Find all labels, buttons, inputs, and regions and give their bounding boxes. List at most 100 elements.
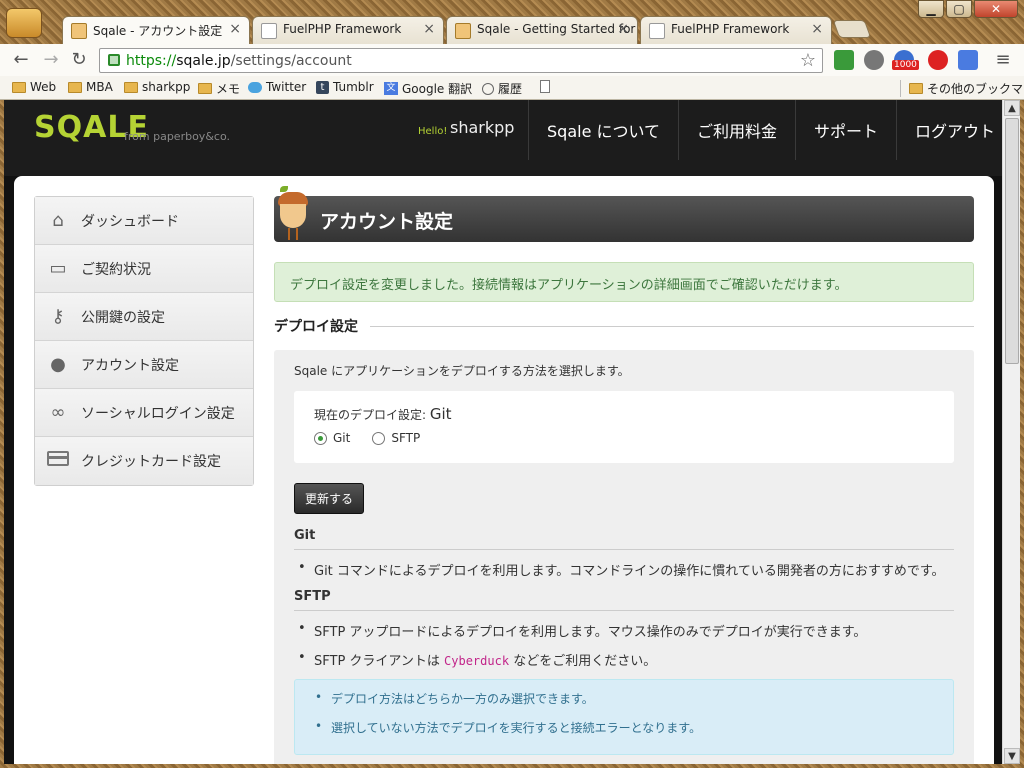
sidebar-item-label: 公開鍵の設定 xyxy=(81,309,165,326)
burger-app-icon xyxy=(6,8,42,38)
site-header: SQALE from paperboy&co. Hello! sharkpp S… xyxy=(4,100,1002,176)
folder-icon xyxy=(198,83,212,94)
deploy-setting-box: 現在のデプロイ設定: Git Git SFTP xyxy=(294,391,954,463)
close-tab-icon[interactable]: × xyxy=(423,21,435,37)
info-box: デプロイ方法はどちらか一方のみ選択できます。 選択していない方法でデプロイを実行… xyxy=(294,679,954,755)
nav-about[interactable]: Sqale について xyxy=(528,100,678,160)
sidebar-item-label: ご契約状況 xyxy=(81,261,151,278)
close-tab-icon[interactable]: × xyxy=(229,21,241,37)
url-scheme: https:// xyxy=(126,53,177,69)
nav-pricing[interactable]: ご利用料金 xyxy=(678,100,795,160)
deploy-method-options: Git SFTP xyxy=(314,431,934,445)
extension-rss-icon[interactable]: 1000 xyxy=(892,50,919,70)
extension-translate-icon[interactable] xyxy=(958,50,978,70)
cyberduck-link[interactable]: Cyberduck xyxy=(444,654,509,668)
tab-fuelphp-2[interactable]: FuelPHP Framework × xyxy=(640,16,832,44)
twitter-icon xyxy=(248,81,262,93)
extension-glasses-icon[interactable] xyxy=(864,50,884,70)
user-icon: ● xyxy=(50,353,66,375)
page-title-bar: アカウント設定 xyxy=(274,186,974,242)
info-item: 選択していない方法でデプロイを実行すると接続エラーとなります。 xyxy=(315,719,933,736)
minimize-button[interactable]: ▁ xyxy=(918,0,944,18)
close-window-button[interactable]: ✕ xyxy=(974,0,1018,18)
sidebar-item-public-key[interactable]: ⚷ 公開鍵の設定 xyxy=(35,293,253,341)
sidebar-item-account[interactable]: ● アカウント設定 xyxy=(35,341,253,389)
deploy-panel: Sqale にアプリケーションをデプロイする方法を選択します。 現在のデプロイ設… xyxy=(274,350,974,764)
sftp-client-text: SFTP クライアントは xyxy=(314,654,445,669)
tab-fuelphp-1[interactable]: FuelPHP Framework × xyxy=(252,16,444,44)
sidebar-item-label: ダッシュボード xyxy=(81,213,179,230)
sidebar-item-contract[interactable]: ▭ ご契約状況 xyxy=(35,245,253,293)
bookmark-label: Tumblr xyxy=(333,80,374,94)
bookmark-web[interactable]: Web xyxy=(12,80,56,94)
forward-arrow-icon[interactable]: → xyxy=(40,49,62,71)
new-tab-button[interactable] xyxy=(832,20,872,38)
bookmark-mba[interactable]: MBA xyxy=(68,80,113,94)
bookmark-label: Web xyxy=(30,80,57,94)
hello-label: Hello! xyxy=(418,126,448,137)
bookmark-google-translate[interactable]: 文 Google 翻訳 xyxy=(384,80,472,97)
scroll-down-arrow-icon[interactable]: ▼ xyxy=(1004,748,1020,764)
nav-logout[interactable]: ログアウト xyxy=(896,100,1002,160)
maximize-button[interactable]: ▢ xyxy=(946,0,972,18)
page-icon xyxy=(540,80,550,93)
tab-sqale-getting-started[interactable]: Sqale - Getting Started for × xyxy=(446,16,638,44)
bookmark-tumblr[interactable]: t Tumblr xyxy=(316,80,374,94)
radio-sftp-dot[interactable] xyxy=(372,431,386,445)
current-value: Git xyxy=(429,405,452,423)
radio-sftp[interactable]: SFTP xyxy=(372,431,420,445)
bookmark-label: Google 翻訳 xyxy=(402,82,473,96)
update-button[interactable]: 更新する xyxy=(294,483,365,514)
scrollbar-thumb[interactable] xyxy=(1005,118,1019,364)
bookmark-label: メモ xyxy=(216,82,241,96)
radio-git-dot[interactable] xyxy=(314,431,327,445)
logo-subtitle: from paperboy&co. xyxy=(124,130,230,143)
bookmark-star-icon[interactable]: ☆ xyxy=(800,50,816,71)
address-bar[interactable]: https://sqale.jp/settings/account ☆ xyxy=(99,48,823,73)
tumblr-icon: t xyxy=(316,80,329,94)
sidebar-item-label: アカウント設定 xyxy=(81,357,179,374)
bookmark-twitter[interactable]: Twitter xyxy=(248,80,306,94)
folder-icon xyxy=(909,83,923,94)
url-host: sqale.jp xyxy=(176,53,231,69)
bookmark-history[interactable]: 履歴 xyxy=(482,80,522,97)
section-deploy-settings: デプロイ設定 xyxy=(274,316,974,336)
bookmark-sharkpp[interactable]: sharkpp xyxy=(124,80,190,94)
tab-strip: Sqale - アカウント設定 × FuelPHP Framework × Sq… xyxy=(0,0,1024,44)
page-title: アカウント設定 xyxy=(320,211,454,233)
sidebar-item-credit-card[interactable]: クレジットカード設定 xyxy=(35,437,253,485)
sidebar-item-social-login[interactable]: ∞ ソーシャルログイン設定 xyxy=(35,389,253,437)
list-item: Git コマンドによるデプロイを利用します。コマンドラインの操作に慣れている開発… xyxy=(294,560,954,579)
success-message: デプロイ設定を変更しました。接続情報はアプリケーションの詳細画面でご確認いただけ… xyxy=(274,262,974,302)
sidebar: ⌂ ダッシュボード ▭ ご契約状況 ⚷ 公開鍵の設定 ● アカウント設定 ∞ ソ… xyxy=(34,196,254,486)
radio-git-label: Git xyxy=(333,431,351,445)
credit-card-icon xyxy=(47,451,69,471)
sidebar-item-dashboard[interactable]: ⌂ ダッシュボード xyxy=(35,197,253,245)
scroll-up-arrow-icon[interactable]: ▲ xyxy=(1004,100,1020,116)
bookmark-memo[interactable]: メモ xyxy=(198,80,240,97)
vertical-scrollbar[interactable]: ▲ ▼ xyxy=(1002,100,1020,764)
bookmark-label: Twitter xyxy=(266,80,307,94)
key-icon: ⚷ xyxy=(51,305,65,327)
tab-sqale-account[interactable]: Sqale - アカウント設定 × xyxy=(62,16,250,44)
google-translate-icon: 文 xyxy=(384,82,398,95)
extension-stop-icon[interactable] xyxy=(928,50,948,70)
bookmark-page[interactable] xyxy=(540,80,550,93)
git-heading: Git xyxy=(294,528,954,550)
extension-refresh-icon[interactable] xyxy=(834,50,854,70)
folder-icon xyxy=(124,81,138,93)
other-bookmarks[interactable]: その他のブックマーク xyxy=(900,80,1024,97)
back-arrow-icon[interactable]: ← xyxy=(10,49,32,71)
reload-icon[interactable]: ↻ xyxy=(68,49,90,71)
money-icon: ▭ xyxy=(49,257,67,279)
tab-title: Sqale - Getting Started for xyxy=(477,22,636,36)
close-tab-icon[interactable]: × xyxy=(617,21,629,37)
nav-support[interactable]: サポート xyxy=(795,100,896,160)
radio-sftp-label: SFTP xyxy=(391,431,421,445)
radio-git[interactable]: Git xyxy=(314,431,350,445)
menu-icon[interactable]: ≡ xyxy=(992,49,1014,71)
site-nav: Sqale について ご利用料金 サポート ログアウト xyxy=(528,100,1002,160)
close-tab-icon[interactable]: × xyxy=(811,21,823,37)
home-icon: ⌂ xyxy=(52,209,64,231)
acorn-mascot-icon xyxy=(276,186,310,246)
